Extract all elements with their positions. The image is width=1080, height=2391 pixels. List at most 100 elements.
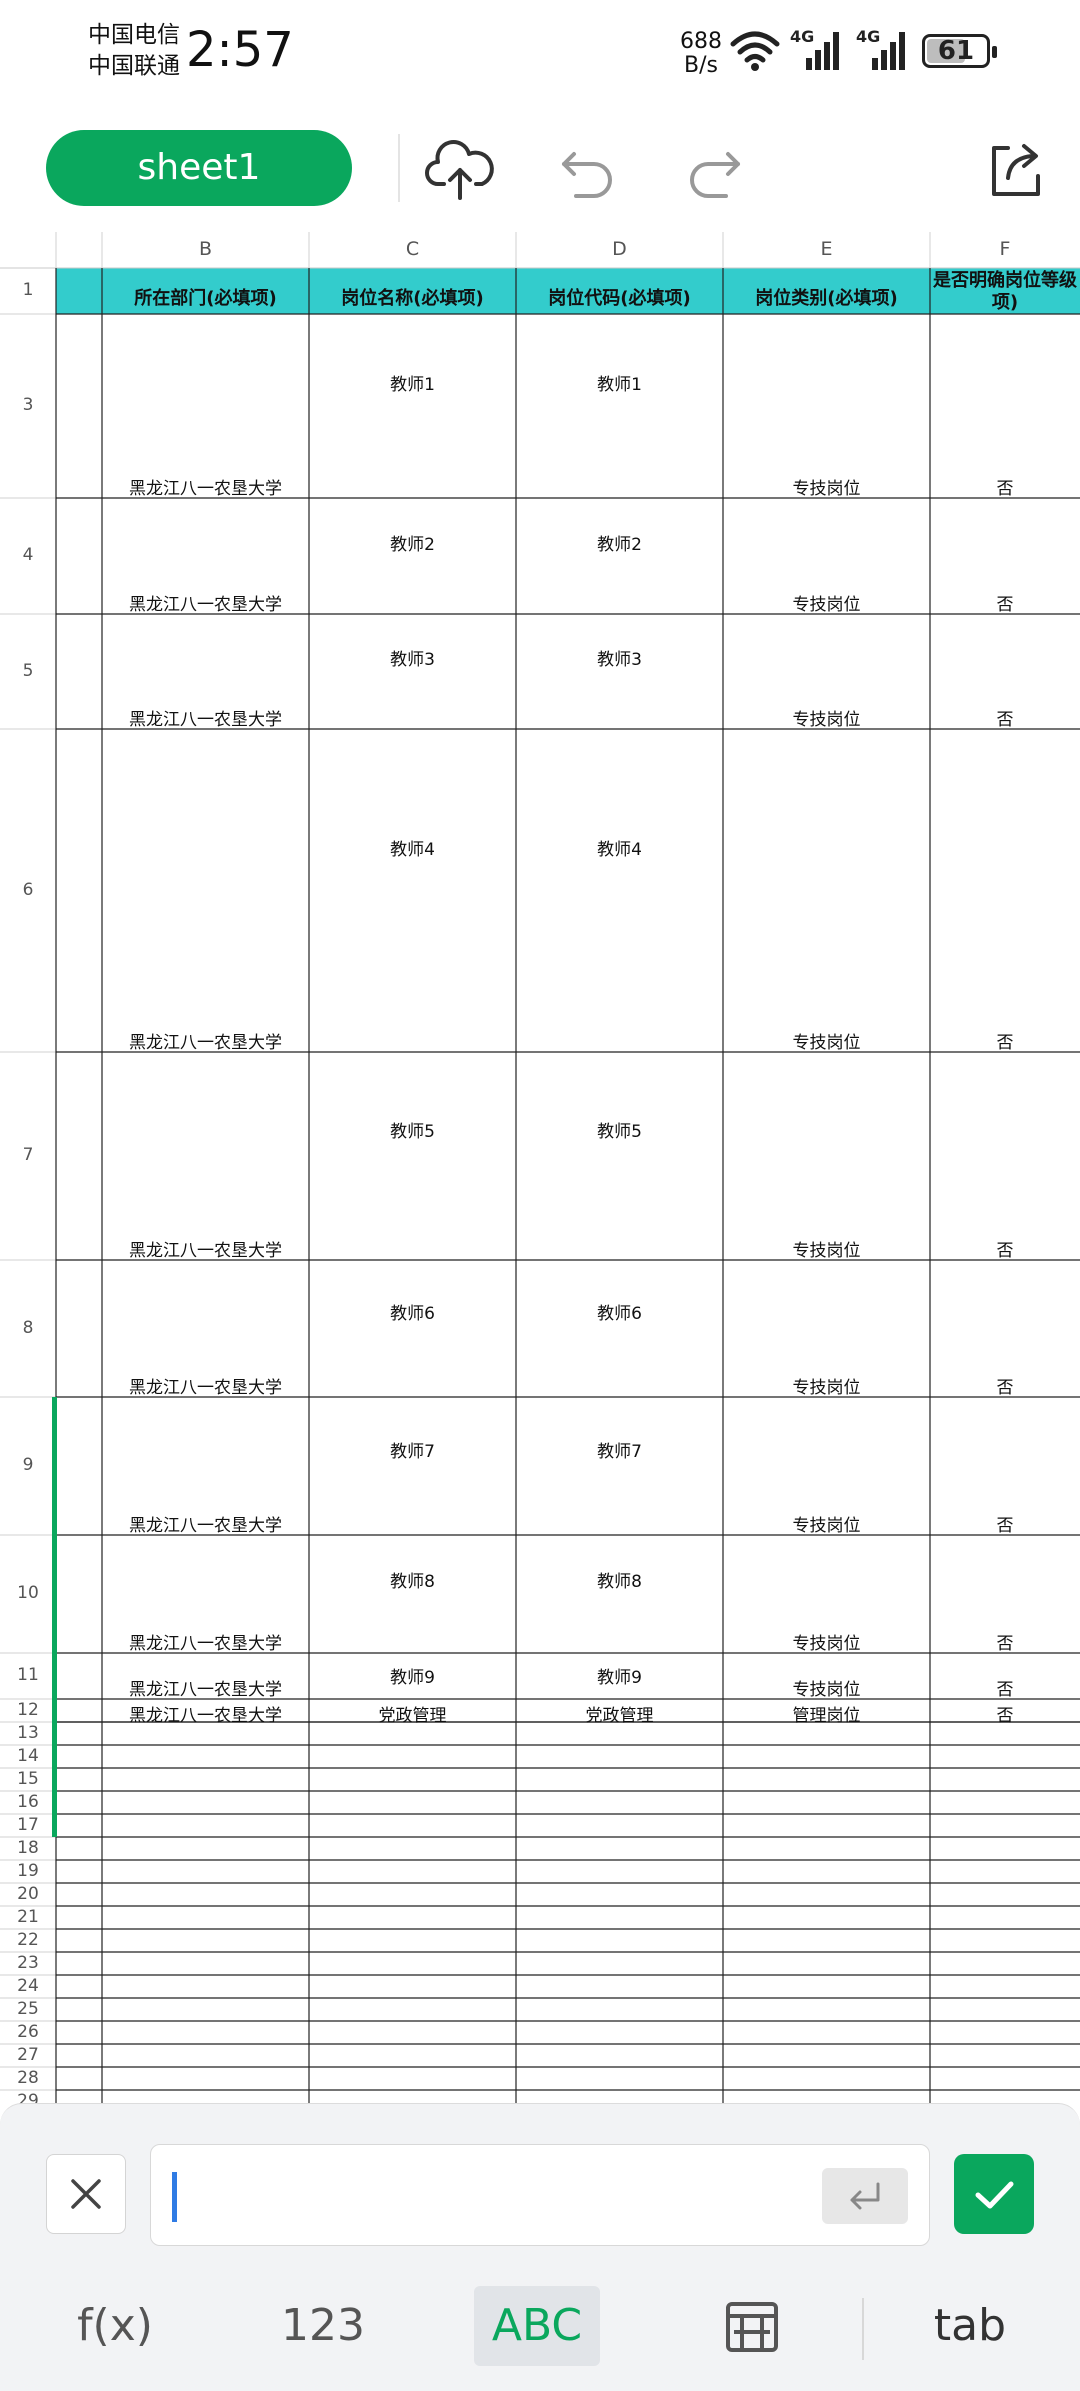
cell-f6[interactable]: 否	[930, 1028, 1080, 1053]
cell-d12[interactable]: 党政管理	[516, 1701, 723, 1726]
cell-e9[interactable]: 专技岗位	[723, 1511, 930, 1536]
cell-e7[interactable]: 专技岗位	[723, 1236, 930, 1261]
row-header-5[interactable]: 5	[0, 661, 56, 683]
row-header-24[interactable]: 24	[0, 1976, 56, 1998]
cell-f5[interactable]: 否	[930, 705, 1080, 730]
cloud-upload-icon[interactable]	[424, 132, 496, 204]
cell-f7[interactable]: 否	[930, 1236, 1080, 1261]
cell-c11[interactable]: 教师9	[309, 1663, 516, 1688]
row-header-4[interactable]: 4	[0, 545, 56, 567]
row-header-10[interactable]: 10	[0, 1583, 56, 1605]
cell-c7[interactable]: 教师5	[309, 1117, 516, 1142]
cell-d8[interactable]: 教师6	[516, 1299, 723, 1324]
column-header-b[interactable]: B	[102, 238, 309, 268]
column-header-c[interactable]: C	[309, 238, 516, 268]
cell-value-input[interactable]	[150, 2144, 930, 2246]
row-header-12[interactable]: 12	[0, 1700, 56, 1722]
cell-e10[interactable]: 专技岗位	[723, 1629, 930, 1654]
cell-c4[interactable]: 教师2	[309, 530, 516, 555]
cell-d10[interactable]: 教师8	[516, 1567, 723, 1592]
row-header-23[interactable]: 23	[0, 1953, 56, 1975]
row-header-18[interactable]: 18	[0, 1838, 56, 1860]
cell-f8[interactable]: 否	[930, 1373, 1080, 1398]
cell-f3[interactable]: 否	[930, 474, 1080, 499]
row-header-14[interactable]: 14	[0, 1746, 56, 1768]
confirm-input-button[interactable]	[954, 2154, 1034, 2234]
cell-b8[interactable]: 黑龙江八一农垦大学	[102, 1373, 309, 1398]
cell-b3[interactable]: 黑龙江八一农垦大学	[102, 474, 309, 499]
header-cell-b[interactable]: 所在部门(必填项)	[102, 284, 309, 312]
cell-e8[interactable]: 专技岗位	[723, 1373, 930, 1398]
cancel-input-button[interactable]	[46, 2154, 126, 2234]
cell-c12[interactable]: 党政管理	[309, 1701, 516, 1726]
row-header-17[interactable]: 17	[0, 1815, 56, 1837]
column-header-f[interactable]: F	[930, 238, 1080, 268]
cell-b10[interactable]: 黑龙江八一农垦大学	[102, 1629, 309, 1654]
cell-c9[interactable]: 教师7	[309, 1437, 516, 1462]
cell-b9[interactable]: 黑龙江八一农垦大学	[102, 1511, 309, 1536]
cell-c6[interactable]: 教师4	[309, 835, 516, 860]
alphabet-key[interactable]: ABC	[474, 2286, 600, 2366]
cell-f4[interactable]: 否	[930, 590, 1080, 615]
cell-b5[interactable]: 黑龙江八一农垦大学	[102, 705, 309, 730]
cell-b12[interactable]: 黑龙江八一农垦大学	[102, 1701, 309, 1726]
cell-f12[interactable]: 否	[930, 1701, 1080, 1726]
cell-e4[interactable]: 专技岗位	[723, 590, 930, 615]
cell-b6[interactable]: 黑龙江八一农垦大学	[102, 1028, 309, 1053]
header-cell-d[interactable]: 岗位代码(必填项)	[516, 284, 723, 312]
row-header-6[interactable]: 6	[0, 880, 56, 902]
cell-e3[interactable]: 专技岗位	[723, 474, 930, 499]
cell-b4[interactable]: 黑龙江八一农垦大学	[102, 590, 309, 615]
row-header-26[interactable]: 26	[0, 2022, 56, 2044]
cell-d3[interactable]: 教师1	[516, 370, 723, 395]
header-cell-e[interactable]: 岗位类别(必填项)	[723, 284, 930, 312]
cell-d7[interactable]: 教师5	[516, 1117, 723, 1142]
sheet-name-button[interactable]: sheet1	[46, 130, 352, 206]
cell-d9[interactable]: 教师7	[516, 1437, 723, 1462]
row-header-16[interactable]: 16	[0, 1792, 56, 1814]
cell-f9[interactable]: 否	[930, 1511, 1080, 1536]
column-header-d[interactable]: D	[516, 238, 723, 268]
cell-c8[interactable]: 教师6	[309, 1299, 516, 1324]
cell-c10[interactable]: 教师8	[309, 1567, 516, 1592]
spreadsheet-grid[interactable]: B C D E F 1 所在部门(必填项) 岗位名称(必填项) 岗位代码(必填项) 岗位类别(必填…	[0, 232, 1080, 2107]
row-header-19[interactable]: 19	[0, 1861, 56, 1883]
share-icon[interactable]	[978, 132, 1050, 204]
numeric-key[interactable]: 123	[268, 2286, 378, 2366]
row-header-27[interactable]: 27	[0, 2045, 56, 2067]
column-header-e[interactable]: E	[723, 238, 930, 268]
row-header-15[interactable]: 15	[0, 1769, 56, 1791]
row-header-20[interactable]: 20	[0, 1884, 56, 1906]
row-header-25[interactable]: 25	[0, 1999, 56, 2021]
cell-d4[interactable]: 教师2	[516, 530, 723, 555]
cell-b11[interactable]: 黑龙江八一农垦大学	[102, 1675, 309, 1700]
row-header-1[interactable]: 1	[0, 280, 56, 310]
row-header-11[interactable]: 11	[0, 1665, 56, 1687]
row-header-8[interactable]: 8	[0, 1318, 56, 1340]
newline-button[interactable]	[822, 2168, 908, 2224]
cell-e12[interactable]: 管理岗位	[723, 1701, 930, 1726]
function-key[interactable]: f(x)	[60, 2286, 170, 2366]
cell-e6[interactable]: 专技岗位	[723, 1028, 930, 1053]
row-header-13[interactable]: 13	[0, 1723, 56, 1745]
cell-c3[interactable]: 教师1	[309, 370, 516, 395]
row-header-22[interactable]: 22	[0, 1930, 56, 1952]
header-cell-c[interactable]: 岗位名称(必填项)	[309, 284, 516, 312]
cell-f10[interactable]: 否	[930, 1629, 1080, 1654]
row-header-28[interactable]: 28	[0, 2068, 56, 2090]
cell-b7[interactable]: 黑龙江八一农垦大学	[102, 1236, 309, 1261]
undo-icon[interactable]	[552, 132, 624, 204]
cell-d5[interactable]: 教师3	[516, 645, 723, 670]
redo-icon[interactable]	[678, 132, 750, 204]
cell-e5[interactable]: 专技岗位	[723, 705, 930, 730]
cell-e11[interactable]: 专技岗位	[723, 1675, 930, 1700]
header-cell-f[interactable]: 是否明确岗位等级 项)	[930, 268, 1080, 314]
row-header-3[interactable]: 3	[0, 395, 56, 417]
row-header-21[interactable]: 21	[0, 1907, 56, 1929]
row-header-7[interactable]: 7	[0, 1145, 56, 1167]
cell-d6[interactable]: 教师4	[516, 835, 723, 860]
cell-c5[interactable]: 教师3	[309, 645, 516, 670]
insert-table-key[interactable]	[706, 2286, 798, 2366]
cell-f11[interactable]: 否	[930, 1675, 1080, 1700]
tab-key[interactable]: tab	[920, 2286, 1020, 2366]
